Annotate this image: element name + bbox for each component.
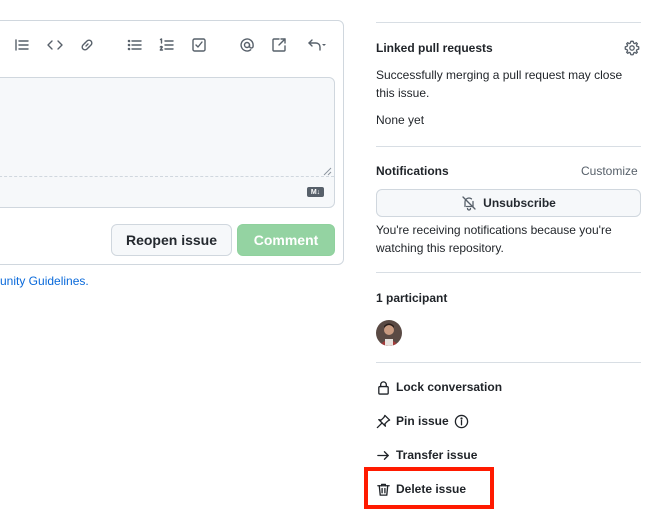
divider [376,272,641,273]
mention-icon[interactable] [235,33,259,57]
transfer-issue-label: Transfer issue [396,448,478,462]
customize-notifications-link[interactable]: Customize [581,164,638,178]
gear-icon[interactable] [624,40,640,56]
divider [376,146,641,147]
unsubscribe-button[interactable]: Unsubscribe [376,189,641,217]
arrow-right-icon [376,448,391,463]
notification-reason: You're receiving notifications because y… [376,223,612,255]
heading-icon[interactable] [10,33,34,57]
undo-dropdown-icon[interactable] [303,33,331,57]
participants-heading: 1 participant [376,291,448,305]
trash-icon [376,482,391,497]
pin-icon [376,414,391,429]
divider [376,22,641,23]
linked-pr-empty-state: None yet [376,113,425,127]
lock-conversation-label: Lock conversation [396,380,503,394]
comment-textarea[interactable]: M↓ [0,77,335,208]
code-icon[interactable] [43,33,67,57]
lock-conversation-action[interactable]: Lock conversation [376,377,502,397]
pin-issue-action[interactable]: Pin issue [376,411,469,431]
lock-icon [376,380,391,395]
linked-pr-description: Successfully merging a pull request may … [376,68,623,100]
truncated-section-text: ── ─── ── [376,0,442,6]
markdown-toolbar [0,33,340,57]
delete-issue-action[interactable]: Delete issue [376,479,466,499]
cross-reference-icon[interactable] [267,33,291,57]
ordered-list-icon[interactable] [155,33,179,57]
markdown-icon: M↓ [307,187,324,197]
pin-issue-label: Pin issue [396,414,449,428]
transfer-issue-action[interactable]: Transfer issue [376,445,477,465]
delete-issue-label: Delete issue [396,482,467,496]
linked-pull-requests-heading: Linked pull requests [376,41,493,55]
reopen-issue-button[interactable]: Reopen issue [111,224,232,256]
avatar[interactable] [376,320,402,346]
unsubscribe-label: Unsubscribe [483,196,556,210]
community-guidelines-link[interactable]: unity Guidelines. [0,274,89,288]
task-list-icon[interactable] [187,33,211,57]
link-icon[interactable] [75,33,99,57]
divider [376,362,641,363]
notifications-heading: Notifications [376,164,449,178]
bell-slash-icon [461,195,477,211]
info-icon[interactable] [454,414,469,429]
comment-button[interactable]: Comment [237,224,335,256]
resize-grip-icon[interactable] [323,167,332,176]
unordered-list-icon[interactable] [123,33,147,57]
comment-input-area[interactable] [0,78,334,177]
